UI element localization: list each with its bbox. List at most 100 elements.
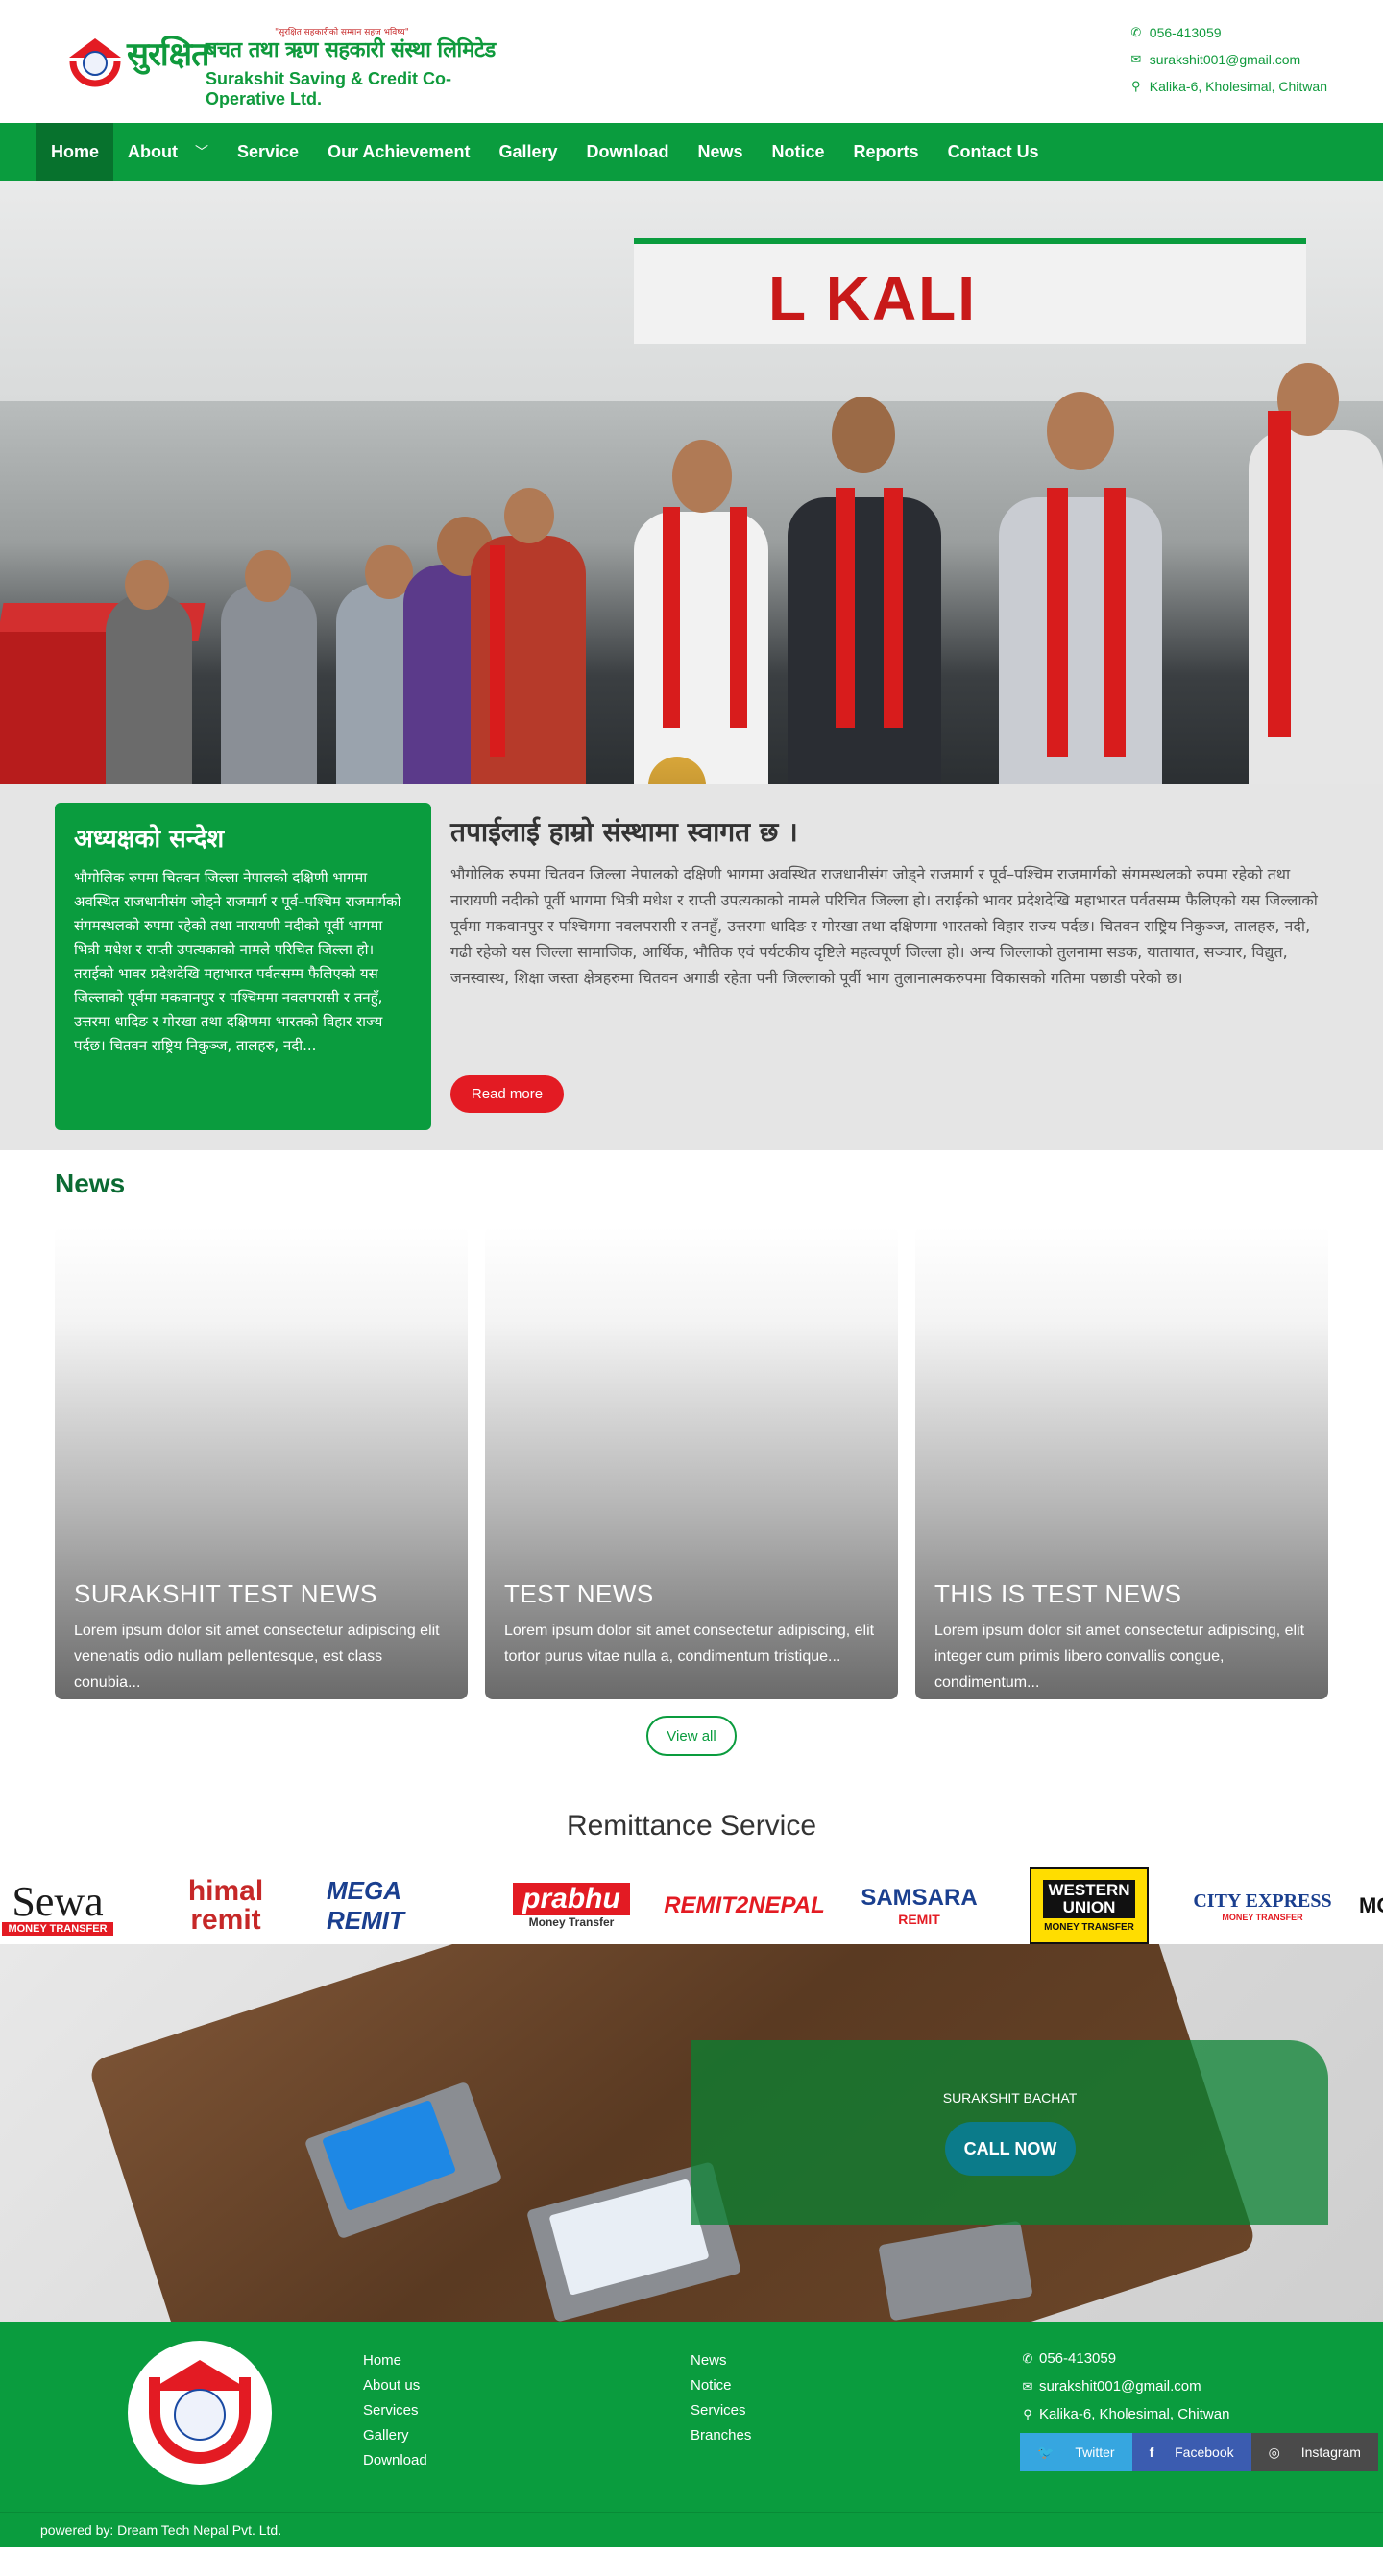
remit-logo-main: himal remit [187,1875,264,1936]
footer-link-services-2[interactable]: Services [691,2398,751,2423]
hero-scarf [884,488,903,728]
instagram-button[interactable]: ◎ Instagram [1250,2433,1378,2471]
hero-person [788,497,941,784]
call-now-section: SURAKSHIT BACHAT CALL NOW [0,1944,1383,2322]
nav-about[interactable]: About ﹀ [113,123,223,181]
footer-link-home[interactable]: Home [363,2348,427,2373]
phone-icon: ✆ [1022,2350,1033,2366]
nav-achievement[interactable]: Our Achievement [313,123,484,181]
hero-person [106,593,192,784]
hero-banner: L KALI [634,238,1306,344]
footer-phone[interactable]: 056-413059 [1039,2350,1116,2367]
logo-seal-icon [174,2389,226,2441]
remit-logo-partial[interactable]: MO [1359,1867,1383,1944]
footer-link-about[interactable]: About us [363,2373,427,2398]
hero-scarf [1047,488,1068,757]
header-phone[interactable]: 056-413059 [1150,25,1222,40]
phone-icon: ✆ [1130,25,1142,39]
remit-logo-samsara[interactable]: SAMSARA REMIT [837,1867,1001,1944]
logo-brand-np: सुरक्षित [127,36,209,74]
footer-link-notice[interactable]: Notice [691,2373,751,2398]
welcome-block: तपाईलाई हाम्रो संस्थामा स्वागत छ । भौगोल… [450,813,1326,991]
call-now-label: SURAKSHIT BACHAT [942,2090,1078,2106]
map-pin-icon: ⚲ [1131,79,1141,93]
instagram-label: Instagram [1300,2444,1361,2460]
nav-notice[interactable]: Notice [758,123,839,181]
news-card[interactable]: THIS IS TEST NEWS Lorem ipsum dolor sit … [915,1226,1328,1699]
footer-link-download[interactable]: Download [363,2448,427,2473]
nav-gallery-label: Gallery [498,141,558,161]
nav-service[interactable]: Service [223,123,313,181]
footer-email[interactable]: surakshit001@gmail.com [1039,2378,1201,2395]
nav-reports-label: Reports [853,141,919,161]
remit-logo-sub: Money Transfer [528,1915,615,1929]
welcome-title: तपाईलाई हाम्रो संस्थामा स्वागत छ । [450,816,798,848]
call-now-button[interactable]: CALL NOW [945,2122,1076,2176]
hero-scarf [1268,411,1291,737]
nav-news[interactable]: News [684,123,758,181]
hero-scarf [1104,488,1126,757]
remit-logo-city-express[interactable]: CITY EXPRESS MONEY TRANSFER [1183,1867,1342,1944]
social-links: 🐦 Twitter f Facebook ◎ Instagram [1020,2433,1378,2471]
footer-link-branches[interactable]: Branches [691,2423,751,2448]
facebook-button[interactable]: f Facebook [1131,2433,1251,2471]
remit-logo-western-union[interactable]: WESTERN UNION MONEY TRANSFER [1030,1867,1149,1944]
remit-logo-main: prabhu [513,1883,630,1915]
chevron-down-icon[interactable]: ﹀ [195,142,208,161]
news-card[interactable]: TEST NEWS Lorem ipsum dolor sit amet con… [485,1226,898,1699]
remittance-section: Remittance Service Sewa MONEY TRANSFER h… [0,1762,1383,1944]
nav-news-label: News [697,141,743,161]
remit-logo-himal[interactable]: himal remit [163,1867,288,1944]
nav-reports[interactable]: Reports [839,123,934,181]
welcome-section: अध्यक्षको सन्देश भौगोलिक रुपमा चितवन जिल… [0,784,1383,1150]
news-card-title: SURAKSHIT TEST NEWS [74,1579,377,1608]
chairman-message-card[interactable]: अध्यक्षको सन्देश भौगोलिक रुपमा चितवन जिल… [55,803,431,1130]
footer-links-2: News Notice Services Branches [691,2348,751,2448]
site-logo[interactable]: "सुरक्षित सहकारीको सम्मान सहज भविष्य" सु… [63,25,524,108]
footer-link-services[interactable]: Services [363,2398,427,2423]
nav-home[interactable]: Home [36,123,114,181]
read-more-button[interactable]: Read more [450,1075,564,1113]
footer-link-news[interactable]: News [691,2348,751,2373]
view-all-news-button[interactable]: View all [646,1716,737,1756]
nav-notice-label: Notice [771,141,825,161]
remit-logo-mega[interactable]: MEGA REMIT [327,1867,461,1944]
chairman-title: अध्यक्षको सन्देश [74,825,225,854]
footer-link-gallery[interactable]: Gallery [363,2423,427,2448]
twitter-icon: 🐦 [1037,2444,1058,2460]
hero-banner-text: L KALI [768,264,978,333]
hero-person [999,497,1162,784]
hero-scarf [663,507,680,728]
hero-person-head [504,488,554,543]
remit-logo-main: SAMSARA [861,1885,978,1911]
nav-contact[interactable]: Contact Us [934,123,1054,181]
twitter-button[interactable]: 🐦 Twitter [1020,2433,1132,2471]
logo-emblem-icon [69,38,121,87]
map-pin-icon: ⚲ [1023,2406,1032,2421]
hero-person-head [125,560,169,610]
powered-by-text[interactable]: powered by: Dream Tech Nepal Pvt. Ltd. [40,2522,281,2538]
remit-logo-prabhu[interactable]: prabhu Money Transfer [495,1867,648,1944]
footer-logo[interactable] [128,2341,272,2485]
news-card-excerpt: Lorem ipsum dolor sit amet consectetur a… [74,1623,440,1691]
nav-gallery[interactable]: Gallery [484,123,571,181]
news-card-excerpt: Lorem ipsum dolor sit amet consectetur a… [504,1623,875,1665]
header-email[interactable]: surakshit001@gmail.com [1150,52,1300,67]
nav-download[interactable]: Download [572,123,684,181]
remit-logo-sewa[interactable]: Sewa MONEY TRANSFER [0,1867,134,1944]
remit-logo-main: REMIT2NEPAL [664,1892,825,1918]
remit-logo-sub: MONEY TRANSFER [1044,1921,1134,1933]
remit-logo-remit2nepal[interactable]: REMIT2NEPAL [663,1867,826,1944]
hero-person-head [1047,392,1114,470]
footer-address: Kalika-6, Kholesimal, Chitwan [1039,2406,1230,2422]
nav-achievement-label: Our Achievement [328,141,471,161]
main-nav: Home About ﹀ Service Our Achievement Gall… [0,123,1383,181]
remittance-logo-strip: Sewa MONEY TRANSFER himal remit MEGA REM… [0,1867,1383,1944]
hero-scarf [730,507,747,728]
hero-person [471,536,586,784]
news-card[interactable]: SURAKSHIT TEST NEWS Lorem ipsum dolor si… [55,1226,468,1699]
hero-photo: L KALI [0,181,1383,784]
news-card-title: TEST NEWS [504,1579,654,1608]
hero-person [221,584,317,784]
envelope-icon: ✉ [1130,52,1142,66]
